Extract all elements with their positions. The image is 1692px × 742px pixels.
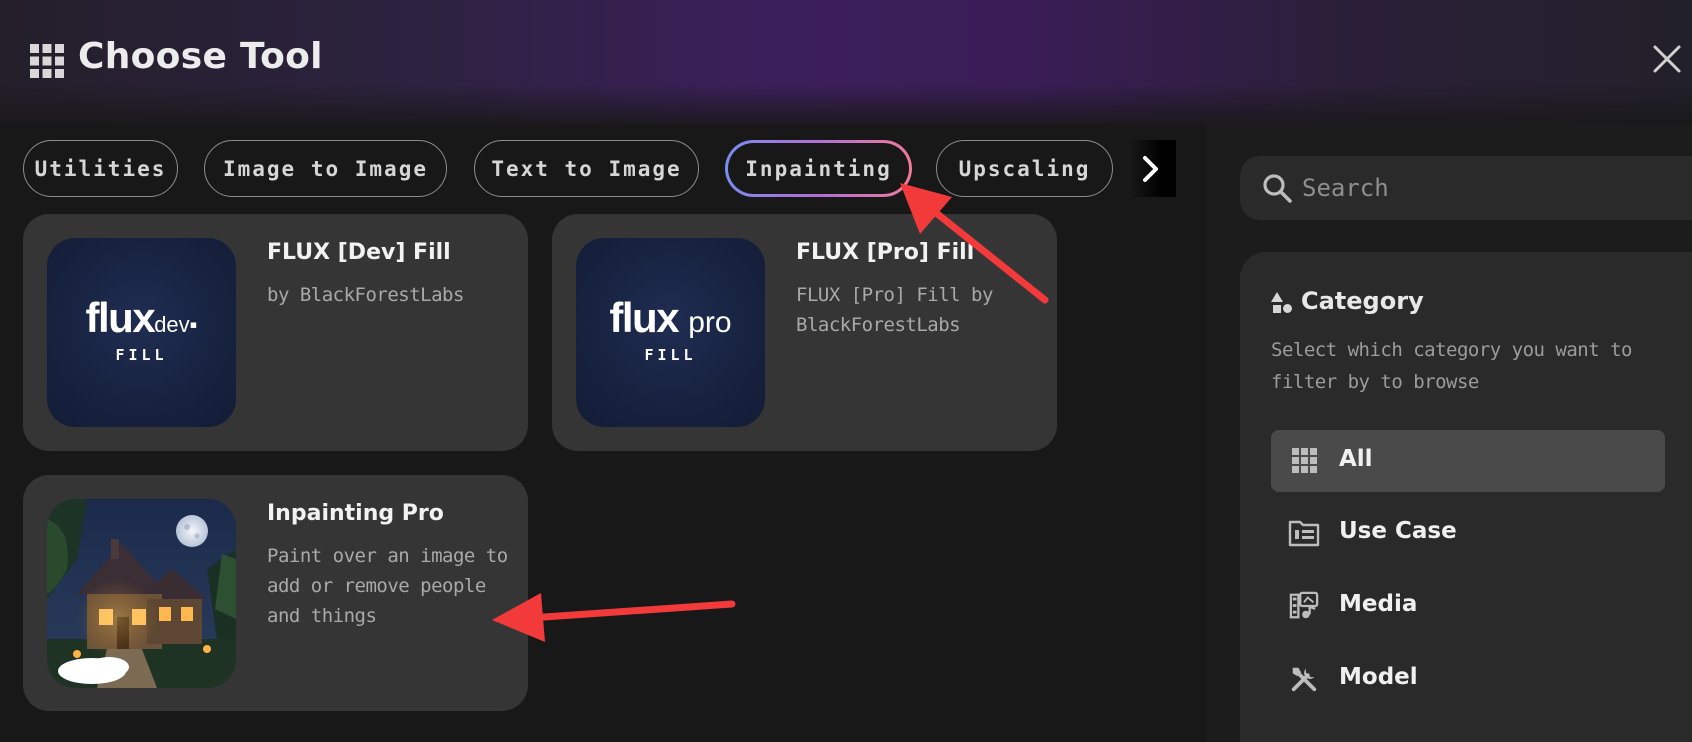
tool-thumbnail: fluxdev▪ FILL (47, 238, 236, 427)
category-item-label: Use Case (1339, 518, 1457, 544)
category-item-label: Model (1339, 664, 1418, 690)
tool-name: Inpainting Pro (267, 501, 444, 526)
tool-thumbnail: flux pro FILL (576, 238, 765, 427)
tab-upscaling[interactable]: Upscaling (936, 140, 1113, 197)
category-item-label: All (1339, 446, 1373, 472)
tab-inpainting[interactable]: Inpainting (725, 140, 912, 197)
tool-description: by BlackForestLabs (267, 284, 464, 306)
grid-icon (30, 44, 64, 78)
tab-utilities[interactable]: Utilities (23, 140, 178, 197)
tool-thumbnail (47, 499, 236, 688)
chevron-right-icon (1143, 155, 1158, 182)
dialog-title: Choose Tool (78, 36, 323, 77)
category-item-media[interactable]: Media (1271, 575, 1665, 637)
category-item-use-case[interactable]: Use Case (1271, 502, 1665, 564)
search-input[interactable] (1302, 166, 1672, 210)
category-item-all[interactable]: All (1271, 430, 1665, 492)
flux-logo: flux pro (609, 294, 732, 341)
category-item-model[interactable]: Model (1271, 648, 1665, 710)
media-icon (1289, 591, 1319, 619)
arrow-icon (492, 593, 736, 642)
cottage-night-image (47, 499, 236, 688)
dialog-header: Choose Tool (0, 0, 1692, 124)
tool-description: FLUX [Pro] Fill by BlackForestLabs (796, 284, 993, 336)
category-title: Category (1301, 287, 1424, 315)
tool-name: FLUX [Pro] Fill (796, 240, 975, 265)
category-description: Select which category you want to filter… (1271, 339, 1633, 393)
category-panel: Category Select which category you want … (1240, 252, 1692, 742)
close-icon[interactable] (1652, 44, 1682, 74)
shapes-icon (1271, 292, 1292, 313)
tabs-scroll-right-button[interactable] (1130, 140, 1176, 197)
category-tabs: Utilities Image to Image Text to Image I… (23, 140, 1176, 198)
tab-image-to-image[interactable]: Image to Image (204, 140, 447, 197)
tool-card-inpainting-pro[interactable]: Inpainting Pro Paint over an image to ad… (23, 475, 528, 711)
tool-card-flux-dev-fill[interactable]: fluxdev▪ FILL FLUX [Dev] Fill by BlackFo… (23, 214, 528, 451)
search-icon (1263, 174, 1292, 203)
tool-card-flux-pro-fill[interactable]: flux pro FILL FLUX [Pro] Fill FLUX [Pro]… (552, 214, 1057, 451)
folder-icon (1288, 520, 1320, 547)
flux-logo: fluxdev▪ (85, 294, 198, 341)
grid-icon (1292, 448, 1317, 473)
flux-logo-subtitle: FILL (115, 346, 168, 364)
flux-logo-subtitle: FILL (644, 346, 697, 364)
tab-text-to-image[interactable]: Text to Image (474, 140, 699, 197)
tools-icon (1291, 667, 1317, 692)
tool-description: Paint over an image to add or remove peo… (267, 545, 508, 627)
search-box[interactable] (1240, 156, 1692, 220)
tool-name: FLUX [Dev] Fill (267, 240, 451, 265)
category-item-label: Media (1339, 591, 1418, 617)
